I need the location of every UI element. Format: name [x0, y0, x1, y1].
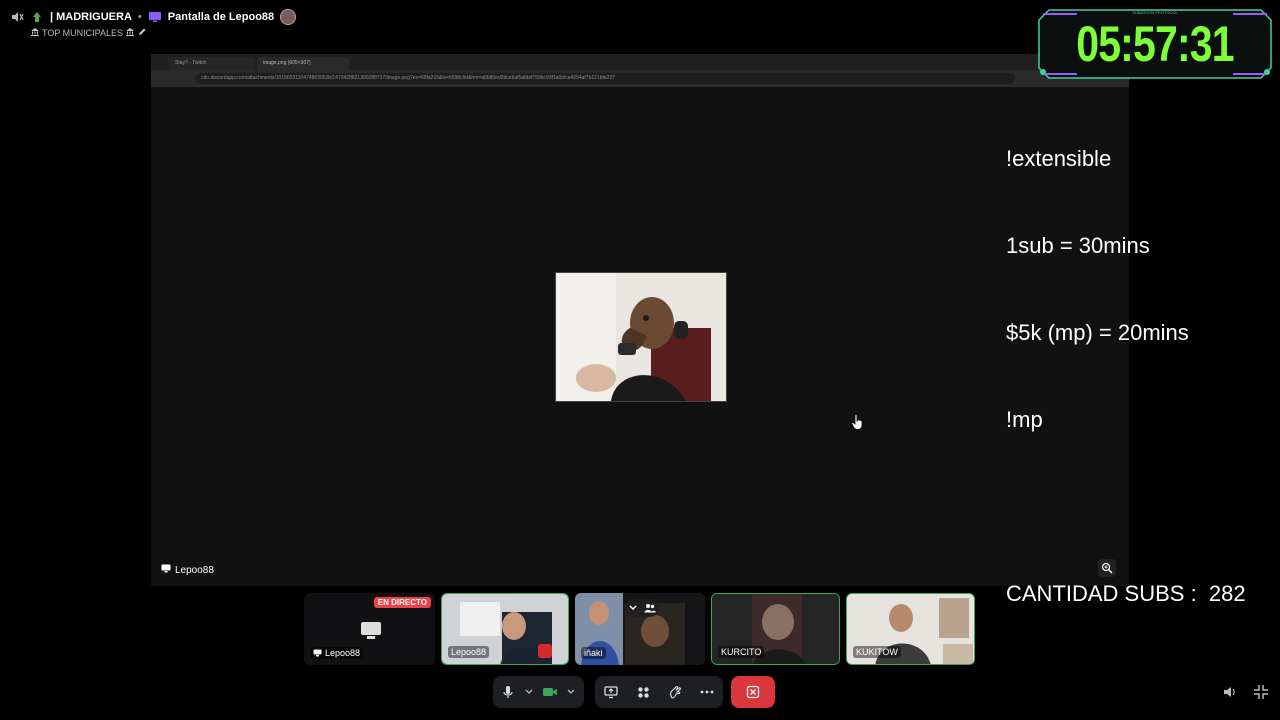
shared-image — [555, 272, 727, 402]
channel-label[interactable]: TOP MUNICIPALES — [42, 28, 123, 38]
browser-tab-label: Stay? - Twitch — [175, 60, 207, 66]
chevron-down-icon — [567, 689, 575, 694]
streamer-name: Lepoo88 — [175, 564, 214, 576]
audio-video-controls — [493, 676, 584, 708]
overlay-line: 1sub = 30mins — [1006, 233, 1150, 258]
streamer-avatar[interactable] — [280, 9, 297, 25]
server-icon[interactable] — [30, 10, 44, 24]
tile-options[interactable] — [625, 599, 659, 617]
microphone-button[interactable] — [493, 677, 523, 707]
mic-options-button[interactable] — [523, 689, 535, 695]
participant-tile[interactable]: KURCITO — [711, 593, 840, 665]
participant-label: Lepoo88 — [310, 647, 364, 659]
participant-name: Lepoo88 — [448, 646, 490, 658]
overlay-line: !extensible — [1006, 146, 1112, 171]
participant-tile[interactable]: Lepoo88 — [441, 593, 569, 665]
live-badge: EN DIRECTO — [373, 597, 431, 608]
hand-cursor-icon — [851, 413, 863, 435]
sub-count: CANTIDAD SUBS : 282 — [1006, 581, 1246, 606]
url-field[interactable]: cdn.discordapp.com/attachments/101503311… — [195, 73, 1015, 84]
server-header: | MADRIGUERA • Pantalla de Lepoo88 — [10, 8, 297, 26]
subathon-timer: 05:57:31 SUBATHON PROTOCOL — [1037, 8, 1273, 80]
more-options-button[interactable] — [692, 677, 722, 707]
bank-icon — [30, 27, 40, 39]
chevron-down-icon — [525, 689, 533, 694]
participant-name: KUKITOW — [853, 646, 901, 658]
activities-button[interactable] — [628, 677, 658, 707]
activity-controls — [595, 676, 723, 708]
people-icon — [644, 604, 656, 613]
browser-tab[interactable]: Stay? - Twitch — [169, 57, 255, 70]
overlay-line: !mp — [1006, 407, 1043, 432]
soundboard-button[interactable] — [660, 677, 690, 707]
microphone-icon — [503, 686, 513, 698]
more-icon — [700, 690, 714, 694]
speaker-muted-icon[interactable] — [10, 10, 24, 24]
edit-icon[interactable] — [137, 27, 147, 39]
browser-address-bar: cdn.discordapp.com/attachments/101503311… — [151, 70, 1129, 87]
volume-icon[interactable] — [1222, 684, 1238, 705]
channel-subline: TOP MUNICIPALES — [30, 27, 147, 39]
share-screen-icon — [604, 685, 618, 698]
stream-title: Pantalla de Lepoo88 — [167, 11, 275, 23]
browser-tab-label: image.png (605×307) — [263, 60, 311, 66]
stream-stage[interactable]: Stay? - Twitch image.png (605×307) cdn.d… — [151, 54, 1129, 586]
disconnect-icon — [746, 685, 760, 699]
browser-tab-active[interactable]: image.png (605×307) — [257, 57, 349, 70]
chevron-down-icon — [629, 605, 636, 610]
exit-fullscreen-icon[interactable] — [1253, 684, 1269, 705]
participant-tile[interactable]: EN DIRECTO Lepoo88 — [304, 593, 435, 665]
timer-caption: SUBATHON PROTOCOL — [1132, 10, 1178, 15]
overlay-line: $5k (mp) = 20mins — [1006, 320, 1189, 345]
subathon-overlay: !extensible 1sub = 30mins $5k (mp) = 20m… — [1006, 86, 1246, 637]
camera-icon — [543, 688, 557, 696]
camera-options-button[interactable] — [565, 689, 577, 695]
disconnect-button[interactable] — [731, 676, 775, 708]
screen-share-icon — [148, 10, 162, 24]
monitor-icon — [161, 564, 171, 576]
participant-name: Lepoo88 — [325, 648, 361, 658]
bank-icon — [125, 27, 135, 39]
activities-icon — [637, 686, 649, 698]
monitor-icon — [313, 649, 322, 657]
participant-tile[interactable]: iñaki — [575, 593, 705, 665]
participant-name: KURCITO — [718, 646, 765, 658]
timer-value: 05:57:31 — [1076, 16, 1234, 72]
participant-tile[interactable]: KUKITOW — [846, 593, 975, 665]
separator: • — [137, 11, 142, 23]
share-screen-button[interactable] — [596, 677, 626, 707]
browser-tab-strip: Stay? - Twitch image.png (605×307) — [151, 54, 1129, 70]
camera-button[interactable] — [535, 677, 565, 707]
stage-name-tag: Lepoo88 — [161, 564, 214, 576]
server-name[interactable]: | MADRIGUERA — [50, 11, 132, 23]
participant-name: iñaki — [581, 647, 606, 659]
screen-share-icon — [360, 621, 382, 646]
soundboard-icon — [670, 686, 681, 699]
